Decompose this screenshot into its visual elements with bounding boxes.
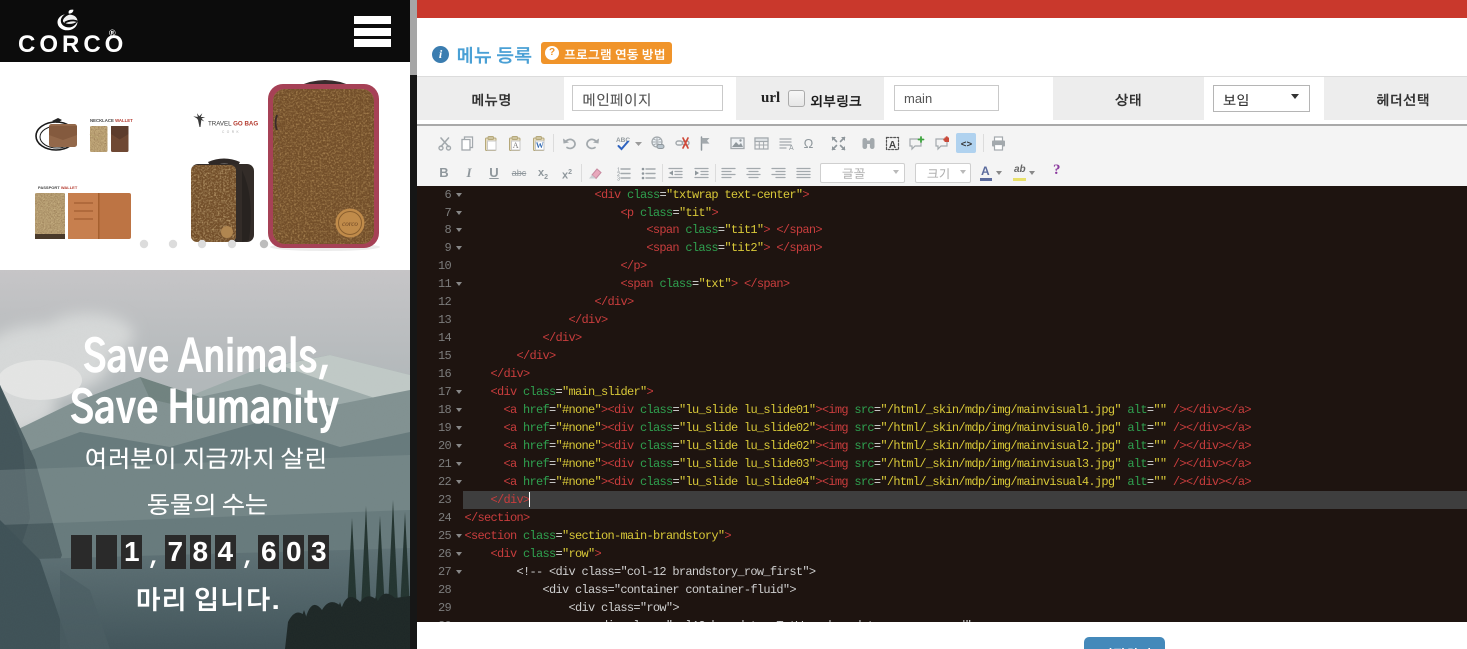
svg-text:W: W: [535, 141, 543, 150]
svg-text:A: A: [888, 140, 895, 151]
svg-text:TRAVEL GO BAG: TRAVEL GO BAG: [208, 121, 258, 128]
svg-text:ABC: ABC: [616, 137, 630, 144]
svg-text:A: A: [789, 145, 794, 152]
svg-text:NECKLACE WALLET: NECKLACE WALLET: [90, 118, 133, 123]
svg-text:C O R K: C O R K: [222, 130, 240, 134]
svg-text:3: 3: [617, 176, 620, 182]
svg-text:<>: <>: [960, 139, 972, 150]
svg-text:PASSPORT WALLET: PASSPORT WALLET: [38, 185, 78, 190]
svg-text:A: A: [512, 141, 518, 150]
svg-text:corco: corco: [342, 220, 358, 228]
svg-text:Ω: Ω: [803, 136, 813, 151]
